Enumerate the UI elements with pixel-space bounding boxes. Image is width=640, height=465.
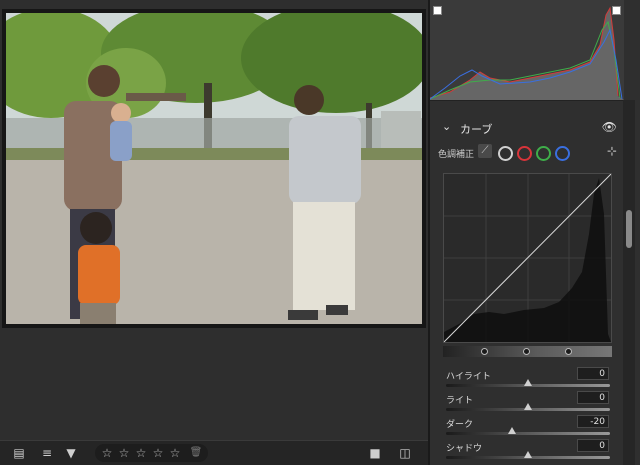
slider-thumb[interactable] bbox=[524, 379, 532, 386]
slider-light: ライト 0 bbox=[430, 391, 623, 417]
rating-star-5[interactable]: ☆ bbox=[167, 445, 183, 461]
sort-icon[interactable]: ≡ bbox=[38, 444, 56, 462]
eye-icon[interactable]: 👁 bbox=[602, 120, 617, 134]
midtone-level-handle[interactable] bbox=[523, 348, 530, 355]
slider-highlight: ハイライト 0 bbox=[430, 367, 623, 393]
channel-selector: 色調補正 ⟋ ⊹ bbox=[430, 143, 623, 163]
rating-star-3[interactable]: ☆ bbox=[133, 445, 149, 461]
rating-star-1[interactable]: ☆ bbox=[99, 445, 115, 461]
highlight-level-handle[interactable] bbox=[565, 348, 572, 355]
trash-icon[interactable]: 🗑 bbox=[188, 445, 204, 461]
filter-icon[interactable]: ▼ bbox=[62, 444, 80, 462]
curve-graph[interactable] bbox=[443, 173, 612, 343]
shadow-clip-toggle[interactable] bbox=[433, 6, 442, 15]
input-level-bar bbox=[443, 346, 612, 357]
slider-label: ダーク bbox=[446, 420, 474, 430]
channel-rgb-button[interactable] bbox=[498, 146, 513, 161]
histogram-graph bbox=[430, 6, 624, 100]
slider-thumb[interactable] bbox=[524, 403, 532, 410]
slider-shadow: シャドウ 0 bbox=[430, 439, 623, 465]
slider-value-input[interactable]: 0 bbox=[577, 367, 609, 380]
slider-value-input[interactable]: 0 bbox=[577, 391, 609, 404]
photo-viewer: ▤ ≡ ▼ ☆ ☆ ☆ ☆ ☆ 🗑 ■ ◫ bbox=[0, 0, 428, 465]
color-label-icon[interactable]: ■ bbox=[366, 444, 384, 462]
slider-track[interactable] bbox=[446, 451, 610, 459]
slider-track[interactable] bbox=[446, 427, 610, 435]
highlight-clip-toggle[interactable] bbox=[612, 6, 621, 15]
slider-label: ライト bbox=[446, 396, 474, 406]
shadow-level-handle[interactable] bbox=[481, 348, 488, 355]
channel-label: 色調補正 bbox=[438, 150, 475, 160]
slider-label: ハイライト bbox=[446, 372, 491, 382]
panel-scrollbar[interactable] bbox=[623, 100, 635, 465]
channel-blue-button[interactable] bbox=[555, 146, 570, 161]
channel-green-button[interactable] bbox=[536, 146, 551, 161]
chevron-down-icon[interactable]: ⌄ bbox=[442, 120, 451, 133]
channel-red-button[interactable] bbox=[517, 146, 532, 161]
photo-frame bbox=[2, 9, 426, 328]
compare-icon[interactable]: ◫ bbox=[396, 444, 414, 462]
curve-mode-icon[interactable]: ⟋ bbox=[478, 144, 492, 158]
slider-thumb[interactable] bbox=[524, 451, 532, 458]
curve-section-header[interactable]: ⌄ カーブ 👁 bbox=[430, 117, 623, 139]
curve-section-title: カーブ bbox=[460, 123, 493, 136]
rating-strip: ☆ ☆ ☆ ☆ ☆ 🗑 bbox=[95, 444, 208, 462]
rating-star-2[interactable]: ☆ bbox=[116, 445, 132, 461]
slider-dark: ダーク -20 bbox=[430, 415, 623, 441]
curve-plot bbox=[444, 174, 611, 342]
histogram bbox=[430, 0, 624, 101]
target-adjust-icon[interactable]: ⊹ bbox=[607, 144, 617, 158]
slider-track[interactable] bbox=[446, 379, 610, 387]
slider-thumb[interactable] bbox=[507, 427, 516, 434]
photo-image bbox=[6, 13, 422, 324]
rating-star-4[interactable]: ☆ bbox=[150, 445, 166, 461]
slider-label: シャドウ bbox=[446, 444, 483, 454]
photo-preview[interactable] bbox=[6, 13, 422, 324]
filmstrip-icon[interactable]: ▤ bbox=[10, 444, 28, 462]
slider-track[interactable] bbox=[446, 403, 610, 411]
scroll-thumb[interactable] bbox=[626, 210, 632, 248]
slider-value-input[interactable]: -20 bbox=[577, 415, 609, 428]
bottom-toolbar: ▤ ≡ ▼ ☆ ☆ ☆ ☆ ☆ 🗑 ■ ◫ bbox=[0, 440, 428, 465]
slider-value-input[interactable]: 0 bbox=[577, 439, 609, 452]
